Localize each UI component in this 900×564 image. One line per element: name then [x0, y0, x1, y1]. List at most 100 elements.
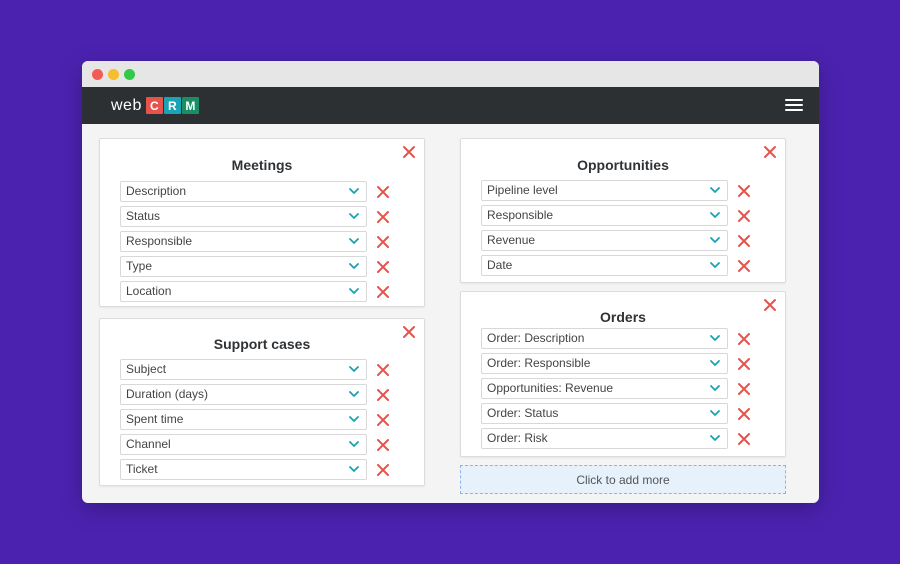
field-row: Responsible: [120, 231, 390, 252]
field-row: Order: Status: [481, 403, 751, 424]
field-row: Subject: [120, 359, 390, 380]
chevron-down-icon: [349, 441, 359, 447]
field-select[interactable]: Subject: [120, 359, 367, 380]
chevron-down-icon: [349, 391, 359, 397]
remove-field-icon[interactable]: [376, 285, 390, 299]
field-row: Spent time: [120, 409, 390, 430]
field-select[interactable]: Duration (days): [120, 384, 367, 405]
chevron-down-icon: [710, 262, 720, 268]
field-select[interactable]: Order: Description: [481, 328, 728, 349]
logo-letter-m: M: [181, 97, 199, 114]
add-more-button[interactable]: Click to add more: [460, 465, 786, 494]
remove-field-icon[interactable]: [737, 382, 751, 396]
chevron-down-icon: [710, 212, 720, 218]
remove-field-icon[interactable]: [376, 388, 390, 402]
field-select-value: Channel: [126, 437, 171, 451]
field-row: Date: [481, 255, 751, 276]
field-select[interactable]: Status: [120, 206, 367, 227]
remove-field-icon[interactable]: [737, 407, 751, 421]
remove-card-icon[interactable]: [763, 298, 777, 312]
remove-field-icon[interactable]: [737, 332, 751, 346]
field-select[interactable]: Responsible: [120, 231, 367, 252]
dashboard-content: Meetings Description Status Responsible Typ…: [82, 124, 819, 503]
maximize-window-button[interactable]: [124, 69, 135, 80]
field-select[interactable]: Ticket: [120, 459, 367, 480]
remove-field-icon[interactable]: [376, 413, 390, 427]
remove-card-icon[interactable]: [763, 145, 777, 159]
field-row: Revenue: [481, 230, 751, 251]
field-select[interactable]: Order: Risk: [481, 428, 728, 449]
remove-field-icon[interactable]: [737, 209, 751, 223]
field-row: Ticket: [120, 459, 390, 480]
card-title: Support cases: [213, 336, 311, 352]
field-select[interactable]: Opportunities: Revenue: [481, 378, 728, 399]
chevron-down-icon: [349, 213, 359, 219]
remove-card-icon[interactable]: [402, 145, 416, 159]
remove-field-icon[interactable]: [737, 234, 751, 248]
field-select[interactable]: Spent time: [120, 409, 367, 430]
field-row: Order: Description: [481, 328, 751, 349]
field-select-value: Order: Risk: [487, 431, 548, 445]
chevron-down-icon: [349, 188, 359, 194]
remove-field-icon[interactable]: [376, 363, 390, 377]
field-select[interactable]: Revenue: [481, 230, 728, 251]
chevron-down-icon: [349, 366, 359, 372]
field-row: Description: [120, 181, 390, 202]
card-title: Opportunities: [577, 157, 669, 173]
remove-field-icon[interactable]: [376, 438, 390, 452]
field-select-value: Order: Responsible: [487, 356, 591, 370]
field-select[interactable]: Description: [120, 181, 367, 202]
field-select[interactable]: Location: [120, 281, 367, 302]
card-title: Orders: [600, 309, 646, 325]
remove-field-icon[interactable]: [737, 432, 751, 446]
remove-field-icon[interactable]: [376, 210, 390, 224]
field-row: Pipeline level: [481, 180, 751, 201]
minimize-window-button[interactable]: [108, 69, 119, 80]
field-row: Order: Risk: [481, 428, 751, 449]
field-row: Type: [120, 256, 390, 277]
remove-card-icon[interactable]: [402, 325, 416, 339]
field-select-value: Opportunities: Revenue: [487, 381, 614, 395]
field-select-value: Description: [126, 184, 187, 198]
window-titlebar: [82, 61, 819, 87]
field-list: Pipeline level Responsible Revenue Date: [481, 180, 751, 280]
chevron-down-icon: [710, 385, 720, 391]
logo-letter-c: C: [145, 97, 163, 114]
field-row: Opportunities: Revenue: [481, 378, 751, 399]
field-select-value: Order: Status: [487, 406, 559, 420]
support-cases-card: Support cases Subject Duration (days) Spen…: [99, 318, 425, 486]
chevron-down-icon: [710, 237, 720, 243]
field-select[interactable]: Order: Responsible: [481, 353, 728, 374]
remove-field-icon[interactable]: [376, 185, 390, 199]
logo-letter-r: R: [163, 97, 181, 114]
hamburger-icon[interactable]: [785, 99, 803, 112]
chevron-down-icon: [349, 416, 359, 422]
field-select-value: Order: Description: [487, 331, 585, 345]
field-row: Responsible: [481, 205, 751, 226]
close-window-button[interactable]: [92, 69, 103, 80]
field-select-value: Spent time: [126, 412, 184, 426]
chevron-down-icon: [349, 466, 359, 472]
field-list: Subject Duration (days) Spent time Channel T…: [120, 359, 390, 484]
field-select[interactable]: Type: [120, 256, 367, 277]
field-select-value: Responsible: [487, 208, 554, 222]
remove-field-icon[interactable]: [376, 235, 390, 249]
field-select-value: Type: [126, 259, 153, 273]
webcrm-logo[interactable]: web C R M: [111, 96, 200, 115]
field-row: Location: [120, 281, 390, 302]
field-select[interactable]: Channel: [120, 434, 367, 455]
remove-field-icon[interactable]: [376, 260, 390, 274]
remove-field-icon[interactable]: [376, 463, 390, 477]
chevron-down-icon: [349, 263, 359, 269]
field-select[interactable]: Pipeline level: [481, 180, 728, 201]
field-select[interactable]: Responsible: [481, 205, 728, 226]
field-select[interactable]: Order: Status: [481, 403, 728, 424]
meetings-card: Meetings Description Status Responsible Typ…: [99, 138, 425, 307]
remove-field-icon[interactable]: [737, 357, 751, 371]
field-select[interactable]: Date: [481, 255, 728, 276]
remove-field-icon[interactable]: [737, 184, 751, 198]
chevron-down-icon: [710, 335, 720, 341]
chevron-down-icon: [349, 288, 359, 294]
browser-window: web C R M Meetings Description Status Resp…: [82, 61, 819, 503]
remove-field-icon[interactable]: [737, 259, 751, 273]
